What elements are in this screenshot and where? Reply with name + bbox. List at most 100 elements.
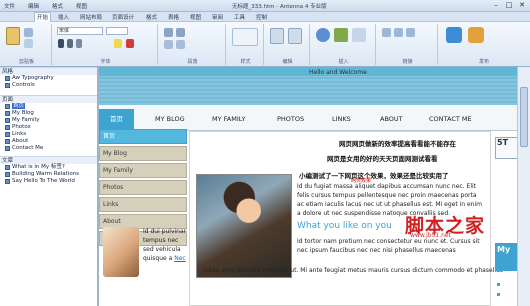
- vertical-scrollbar[interactable]: [517, 67, 530, 306]
- replace-icon[interactable]: [288, 28, 302, 44]
- tab-review[interactable]: 审阅: [210, 13, 225, 21]
- tab-home[interactable]: 开始: [34, 12, 52, 22]
- content-bottom-line[interactable]: ligula ante posuere molestie ut. Mi ante…: [203, 267, 503, 274]
- tab-view[interactable]: 视图: [188, 13, 203, 21]
- right-card-2[interactable]: My: [495, 243, 517, 271]
- link-icon[interactable]: [382, 28, 391, 37]
- tab-format[interactable]: 格式: [144, 13, 159, 21]
- globe-icon[interactable]: [316, 28, 330, 42]
- font-size-select[interactable]: [106, 27, 128, 35]
- nav-photos[interactable]: PHOTOS: [277, 115, 304, 123]
- cut-icon[interactable]: [24, 28, 33, 37]
- menu-format[interactable]: 格式: [52, 2, 63, 10]
- side-nav-photos[interactable]: Photos: [99, 180, 187, 195]
- cn-text-line-2[interactable]: 网页是女用的好的天天页面网测试看看: [327, 153, 438, 163]
- nav-family[interactable]: MY FAMILY: [212, 115, 246, 123]
- group-label-editing: 编辑: [282, 59, 293, 65]
- group-label-styles: 样式: [240, 59, 251, 65]
- nav-contact[interactable]: CONTACT ME: [429, 115, 472, 123]
- side-nav-blog[interactable]: My Blog: [99, 146, 187, 161]
- menu-view[interactable]: 视图: [76, 2, 87, 10]
- tab-site-layout[interactable]: 网站布局: [78, 13, 104, 21]
- italic-icon[interactable]: [67, 39, 73, 48]
- align-center-icon[interactable]: [176, 40, 185, 49]
- right-card[interactable]: 5T: [495, 137, 517, 159]
- tab-control[interactable]: 控制: [254, 13, 269, 21]
- copy-icon[interactable]: [24, 39, 33, 48]
- highlight-icon[interactable]: [114, 39, 122, 48]
- article-item[interactable]: What is in My 标签?: [0, 164, 97, 171]
- bullets-icon[interactable]: [164, 28, 173, 37]
- group-label-paragraph: 段落: [187, 59, 198, 65]
- image-icon[interactable]: [334, 28, 348, 42]
- nav-home[interactable]: 首页: [99, 109, 134, 129]
- side-profile-photo[interactable]: [103, 227, 139, 277]
- cn-text-line-1[interactable]: 网页网页做新的效率提高看看能不能存在: [339, 138, 456, 148]
- paste-icon[interactable]: [6, 27, 20, 45]
- tab-page-design[interactable]: 页面设计: [110, 13, 136, 21]
- page-item-home[interactable]: 首页: [0, 103, 97, 110]
- bold-icon[interactable]: [58, 39, 64, 48]
- page-item-family[interactable]: My Family: [0, 117, 97, 124]
- section-styles-header: 风格: [0, 67, 97, 75]
- page-icon: [5, 125, 10, 130]
- table-icon[interactable]: [352, 28, 366, 42]
- page-item-about[interactable]: About: [0, 138, 97, 145]
- align-left-icon[interactable]: [164, 40, 173, 49]
- page-item-contact[interactable]: Contact Me: [0, 145, 97, 152]
- font-color-icon[interactable]: [126, 39, 134, 48]
- group-font: 宋体 字体: [54, 24, 158, 65]
- styles-gallery-icon[interactable]: [232, 28, 258, 46]
- nav-blog[interactable]: MY BLOG: [155, 115, 185, 123]
- content-photo[interactable]: [196, 174, 292, 278]
- anchor-icon[interactable]: [406, 28, 415, 37]
- nav-links[interactable]: LINKS: [332, 115, 351, 123]
- side-nav-home[interactable]: 首页: [99, 129, 187, 144]
- close-button[interactable]: ✕: [516, 1, 528, 10]
- scrollbar-thumb[interactable]: [520, 87, 528, 147]
- underline-icon[interactable]: [76, 39, 82, 48]
- bookmark-icon[interactable]: [394, 28, 403, 37]
- group-label-font: 字体: [100, 59, 111, 65]
- page-item-blog[interactable]: My Blog: [0, 110, 97, 117]
- group-clipboard: 剪贴板: [2, 24, 52, 65]
- maximize-button[interactable]: □: [503, 1, 515, 10]
- numbering-icon[interactable]: [176, 28, 185, 37]
- page-item-photos[interactable]: Photos: [0, 124, 97, 131]
- font-name-select[interactable]: 宋体: [57, 27, 103, 35]
- ribbon-tab-bar: 开始 插入 网站布局 页面设计 格式 表格 视图 审阅 工具 控制: [0, 12, 530, 22]
- tab-insert[interactable]: 插入: [56, 13, 71, 21]
- publish-icon[interactable]: [446, 27, 462, 43]
- article-item[interactable]: Say Hello To The World: [0, 178, 97, 185]
- site-welcome-text[interactable]: Hello and Welcome: [309, 69, 367, 76]
- style-icon: [5, 76, 10, 81]
- tab-table[interactable]: 表格: [166, 13, 181, 21]
- nav-about[interactable]: ABOUT: [380, 115, 403, 123]
- page-icon: [5, 111, 10, 116]
- article-item[interactable]: Building Warm Relations: [0, 171, 97, 178]
- menu-edit[interactable]: 编辑: [28, 2, 39, 10]
- style-item[interactable]: Controls: [0, 82, 97, 89]
- cn-text-line-3[interactable]: 小编测试了一下网页这个效果，效果还是比较实用了: [299, 170, 449, 180]
- style-item[interactable]: Aw Typography: [0, 75, 97, 82]
- minimize-button[interactable]: –: [490, 1, 502, 10]
- content-heading[interactable]: What you like on you: [297, 221, 392, 231]
- group-editing: 编辑: [266, 24, 310, 65]
- side-nav-family[interactable]: My Family: [99, 163, 187, 178]
- header-banner: [99, 76, 517, 105]
- site-header[interactable]: Hello and Welcome: [99, 67, 517, 105]
- side-link[interactable]: Nec: [174, 255, 185, 262]
- side-text-block[interactable]: Id dui pulvinar tempus nec sed vehicula …: [143, 227, 187, 263]
- group-publish: 发布: [440, 24, 528, 65]
- page-icon: [5, 104, 10, 109]
- side-nav-links[interactable]: Links: [99, 197, 187, 212]
- tab-tools[interactable]: 工具: [232, 13, 247, 21]
- content-paragraph-2[interactable]: Id tortor nam pretium nec consectetur eu…: [297, 237, 485, 255]
- cn-text-3: 小编测试了一下网页这个效果，效果还是比较实用了: [299, 172, 449, 180]
- find-icon[interactable]: [270, 28, 284, 44]
- article-icon: [5, 172, 10, 177]
- menu-file[interactable]: 文件: [4, 2, 15, 10]
- page-item-links[interactable]: Links: [0, 131, 97, 138]
- design-canvas[interactable]: Hello and Welcome 首页 MY BLOG MY FAMILY P…: [99, 67, 517, 306]
- preview-icon[interactable]: [468, 27, 484, 43]
